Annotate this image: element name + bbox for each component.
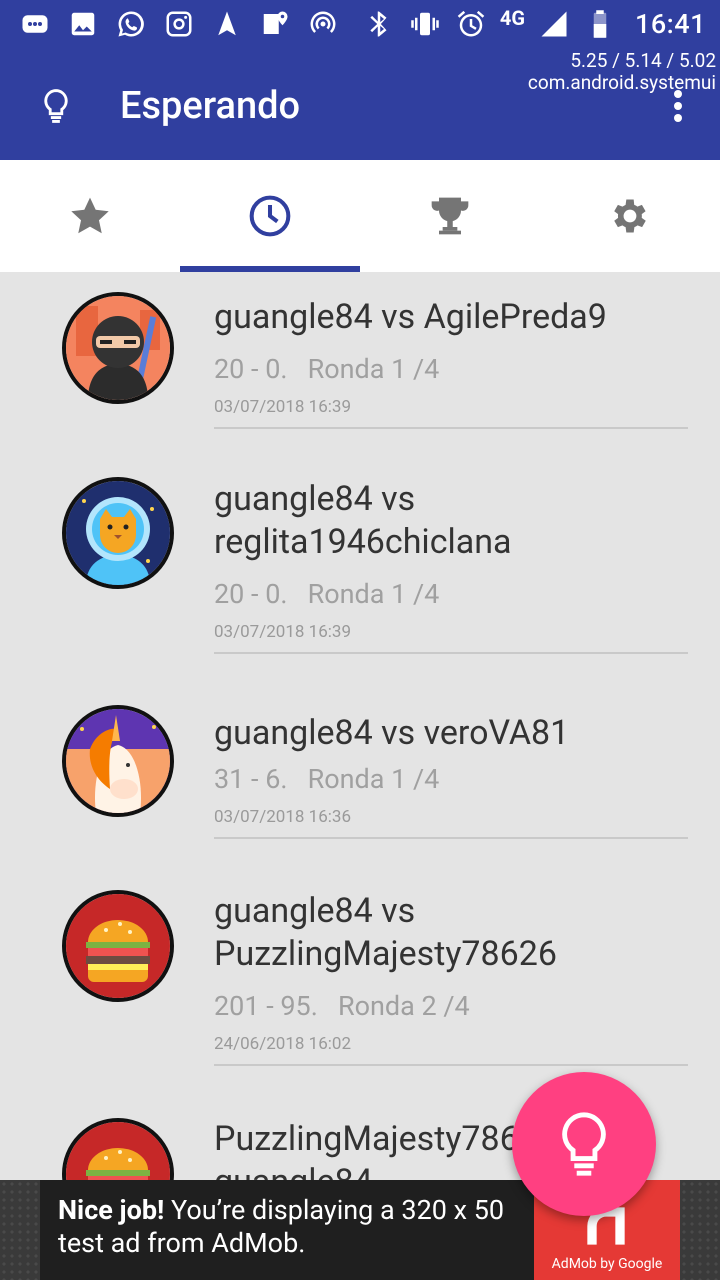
lightbulb-icon xyxy=(562,1112,606,1176)
bluetooth-icon xyxy=(362,7,396,41)
games-list: guangle84 vs AgilePreda9 20 - 0. Ronda 1… xyxy=(0,272,720,1180)
divider xyxy=(214,652,688,654)
list-item[interactable]: guangle84 vs reglita1946chiclana 20 - 0.… xyxy=(0,452,720,680)
admob-label: AdMob by Google xyxy=(551,1256,663,1272)
debug-overlay: 5.25 / 5.14 / 5.02 com.android.systemui xyxy=(528,50,716,94)
game-round: Ronda 2 /4 xyxy=(337,990,470,1022)
game-round: Ronda 1 /4 xyxy=(307,353,440,385)
alarm-icon xyxy=(454,7,488,41)
page-title: Esperando xyxy=(120,84,301,128)
game-score: 20 - 0. xyxy=(214,578,288,610)
game-score-line: 20 - 0. Ronda 1 /4 xyxy=(214,353,688,385)
status-left-icons xyxy=(18,6,340,42)
game-round: Ronda 1 /4 xyxy=(307,578,440,610)
tab-bar xyxy=(0,160,720,272)
ad-headline: Nice job! xyxy=(58,1194,165,1226)
game-score-line: 201 - 95. Ronda 2 /4 xyxy=(214,990,688,1022)
tab-favorites[interactable] xyxy=(0,160,180,272)
more-vert-icon[interactable] xyxy=(670,86,686,126)
gallery-icon xyxy=(66,7,100,41)
game-score-line: 20 - 0. Ronda 1 /4 xyxy=(214,578,688,610)
avatar-ninja xyxy=(62,292,174,404)
game-title: guangle84 vs veroVA81 xyxy=(214,713,570,753)
game-date: 03/07/2018 16:39 xyxy=(214,397,352,417)
item-text: guangle84 vs veroVA81 31 - 6. Ronda 1 /4… xyxy=(214,712,688,839)
maps-icon xyxy=(258,7,292,41)
game-date: 03/07/2018 16:39 xyxy=(214,622,352,642)
list-item[interactable]: guangle84 vs PuzzlingMajesty78626 201 - … xyxy=(0,866,720,1094)
game-score: 20 - 0. xyxy=(214,353,288,385)
signal-icon xyxy=(537,7,571,41)
status-time: 16:41 xyxy=(634,8,706,40)
battery-icon xyxy=(583,7,617,41)
lightbulb-icon xyxy=(44,89,68,123)
avatar-burger xyxy=(62,1118,174,1180)
overlay-load: 5.25 / 5.14 / 5.02 xyxy=(570,49,716,72)
game-title: guangle84 vs reglita1946chiclana xyxy=(214,479,512,562)
tab-ranking[interactable] xyxy=(360,160,540,272)
item-text: guangle84 vs AgilePreda9 20 - 0. Ronda 1… xyxy=(214,296,688,429)
tab-settings[interactable] xyxy=(540,160,720,272)
messages-icon xyxy=(18,7,52,41)
divider xyxy=(214,427,688,429)
instagram-icon xyxy=(162,7,196,41)
game-title: guangle84 vs PuzzlingMajesty78626 xyxy=(214,891,557,974)
tab-waiting[interactable] xyxy=(180,160,360,272)
game-date: 03/07/2018 16:36 xyxy=(214,807,352,827)
gear-icon xyxy=(614,199,646,233)
list-item[interactable]: guangle84 vs veroVA81 31 - 6. Ronda 1 /4… xyxy=(0,680,720,866)
vibrate-icon xyxy=(408,7,442,41)
hotspot-icon xyxy=(306,7,340,41)
status-right-icons: 4G 16:41 xyxy=(362,6,706,42)
game-score: 201 - 95. xyxy=(214,990,318,1022)
avatar-astronaut-cat xyxy=(62,477,174,589)
status-bar: 4G 16:41 5.25 / 5.14 / 5.02 com.android.… xyxy=(0,0,720,94)
game-score-line: 31 - 6. Ronda 1 /4 xyxy=(214,763,688,795)
game-title: guangle84 vs AgilePreda9 xyxy=(214,297,607,337)
clock-icon xyxy=(249,195,291,237)
trophy-icon xyxy=(431,197,469,235)
game-date: 24/06/2018 16:02 xyxy=(214,1034,352,1054)
nav-icon xyxy=(210,7,244,41)
avatar-burger xyxy=(62,890,174,1002)
whatsapp-icon xyxy=(114,7,148,41)
star-icon xyxy=(71,197,109,234)
ad-text: Nice job! You’re displaying a 320 x 50 t… xyxy=(40,1180,534,1280)
app-header: 4G 16:41 5.25 / 5.14 / 5.02 com.android.… xyxy=(0,0,720,160)
network-type: 4G xyxy=(499,6,525,30)
item-text: guangle84 vs reglita1946chiclana 20 - 0.… xyxy=(214,478,688,654)
fab-hint-button[interactable] xyxy=(512,1072,656,1216)
game-round: Ronda 1 /4 xyxy=(307,763,440,795)
game-score: 31 - 6. xyxy=(214,763,288,795)
avatar-unicorn xyxy=(62,705,174,817)
divider xyxy=(214,837,688,839)
list-item[interactable]: guangle84 vs AgilePreda9 20 - 0. Ronda 1… xyxy=(0,272,720,452)
overlay-package: com.android.systemui xyxy=(527,71,716,94)
divider xyxy=(214,1064,688,1066)
item-text: guangle84 vs PuzzlingMajesty78626 201 - … xyxy=(214,890,688,1066)
